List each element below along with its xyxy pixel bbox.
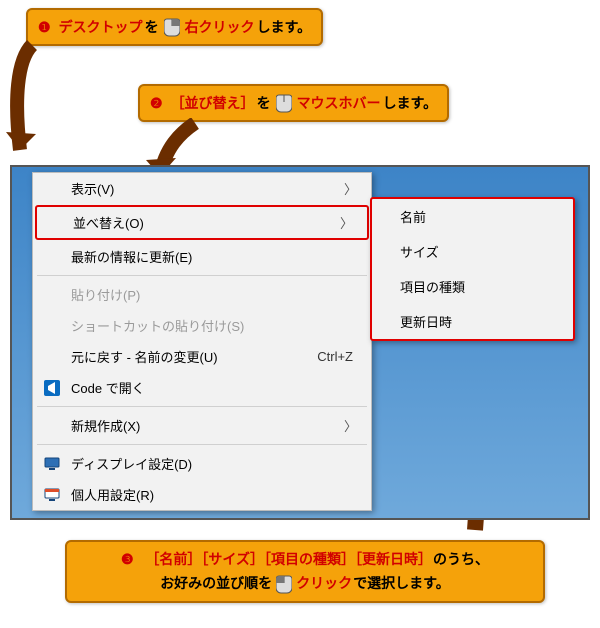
callout-3-action: クリック (296, 572, 352, 594)
mouse-icon (275, 92, 293, 114)
ctx-item-refresh[interactable]: 最新の情報に更新(E) (33, 241, 371, 272)
shortcut-label: Ctrl+Z (317, 349, 353, 364)
ctx-item-sort[interactable]: 並べ替え(O) 〉 (35, 205, 369, 240)
callout-2-index: ❷ (150, 95, 163, 112)
separator (37, 406, 367, 407)
vscode-icon (43, 379, 61, 397)
callout-3-index: ❸ (121, 548, 134, 570)
chevron-right-icon: 〉 (344, 416, 357, 435)
sort-by-date[interactable]: 更新日時 (372, 304, 573, 339)
personalize-icon (43, 486, 61, 504)
callout-3-options: ［名前］［サイズ］［項目の種類］［更新日時］ (145, 548, 432, 570)
ctx-item-new[interactable]: 新規作成(X) 〉 (33, 410, 371, 441)
separator (37, 444, 367, 445)
callout-3: ❸ ［名前］［サイズ］［項目の種類］［更新日時］ のうち、 お好みの並び順を ク… (65, 540, 545, 603)
sort-by-size[interactable]: サイズ (372, 234, 573, 269)
ctx-item-paste-shortcut: ショートカットの貼り付け(S) (33, 310, 371, 341)
callout-2: ❷ ［並び替え］ を マウスホバー します。 (138, 84, 449, 122)
separator (37, 275, 367, 276)
desktop-background[interactable]: 表示(V) 〉 並べ替え(O) 〉 最新の情報に更新(E) 貼り付け(P) ショ… (10, 165, 590, 520)
sort-submenu: 名前 サイズ 項目の種類 更新日時 (370, 197, 575, 341)
ctx-item-personalize[interactable]: 個人用設定(R) (33, 479, 371, 510)
monitor-icon (43, 455, 61, 473)
chevron-right-icon: 〉 (340, 213, 353, 232)
callout-2-action: マウスホバー (297, 93, 381, 113)
callout-1-index: ❶ (38, 19, 51, 36)
chevron-right-icon: 〉 (344, 179, 357, 198)
callout-1: ❶ デスクトップ を 右クリック します。 (26, 8, 323, 46)
ctx-item-paste: 貼り付け(P) (33, 279, 371, 310)
mouse-icon (163, 16, 181, 38)
mouse-icon (275, 573, 293, 595)
ctx-item-undo[interactable]: 元に戻す - 名前の変更(U) Ctrl+Z (33, 341, 371, 372)
callout-2-target: ［並び替え］ (171, 93, 255, 113)
sort-by-name[interactable]: 名前 (372, 199, 573, 234)
callout-1-target: デスクトップ (59, 17, 143, 37)
context-menu: 表示(V) 〉 並べ替え(O) 〉 最新の情報に更新(E) 貼り付け(P) ショ… (32, 172, 372, 511)
ctx-item-view[interactable]: 表示(V) 〉 (33, 173, 371, 204)
callout-1-action: 右クリック (185, 17, 255, 37)
ctx-item-open-code[interactable]: Code で開く (33, 372, 371, 403)
arrow-1 (2, 40, 62, 170)
ctx-item-display-settings[interactable]: ディスプレイ設定(D) (33, 448, 371, 479)
sort-by-type[interactable]: 項目の種類 (372, 269, 573, 304)
